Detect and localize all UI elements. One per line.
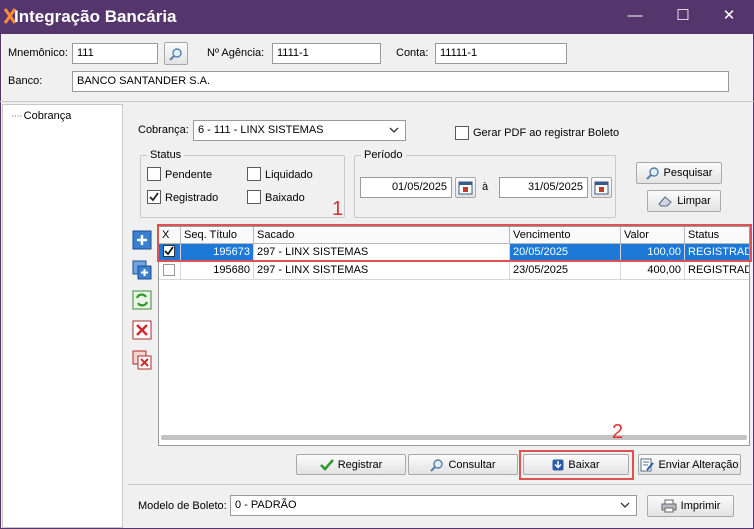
delete-row-icon[interactable] <box>132 320 152 340</box>
document-edit-icon <box>640 458 655 471</box>
footer-divider <box>128 484 752 485</box>
checkmark-icon <box>149 192 159 202</box>
calendar-to-button[interactable] <box>591 177 612 198</box>
chevron-down-icon <box>389 127 399 133</box>
chevron-down-icon <box>620 502 630 508</box>
periodo-from-field[interactable]: 01/05/2025 <box>360 177 452 198</box>
pendente-label: Pendente <box>165 169 213 181</box>
limpar-button[interactable]: Limpar <box>647 190 721 212</box>
agencia-field[interactable]: 1111-1 <box>272 43 381 64</box>
cobranca-label: Cobrança: <box>138 124 189 136</box>
cell-status: REGISTRADO <box>688 264 749 276</box>
enviar-alteracao-label: Enviar Alteração <box>658 458 739 471</box>
delete-multiple-icon[interactable] <box>132 350 152 370</box>
title-bar: Integração Bancária — ☐ ✕ <box>0 0 754 34</box>
horizontal-scrollbar[interactable] <box>161 435 747 440</box>
mnemonico-field[interactable]: 111 <box>72 43 158 64</box>
tree-panel: ···· Cobrança <box>2 104 123 528</box>
annotation-one: 1 <box>332 198 344 220</box>
tree-item-cobranca[interactable]: ···· Cobrança <box>11 110 71 122</box>
cobranca-select[interactable]: 6 - 111 - LINX SISTEMAS <box>193 120 406 141</box>
imprimir-label: Imprimir <box>680 500 721 512</box>
registrar-label: Registrar <box>337 458 383 471</box>
add-multiple-icon[interactable] <box>132 260 152 280</box>
modelo-boleto-label: Modelo de Boleto: <box>138 500 227 512</box>
table-row[interactable]: 195680 297 - LINX SISTEMAS 23/05/2025 40… <box>159 262 749 280</box>
tree-item-label: Cobrança <box>23 110 72 122</box>
gerar-pdf-checkbox[interactable] <box>455 126 469 140</box>
consultar-button[interactable]: Consultar <box>408 454 518 475</box>
minimize-icon[interactable]: — <box>620 4 650 28</box>
modelo-boleto-value: 0 - PADRÃO <box>235 499 297 511</box>
row-checkbox[interactable] <box>159 262 181 279</box>
status-group <box>140 155 345 218</box>
eraser-icon <box>658 196 672 207</box>
magnifier-icon <box>645 167 659 180</box>
mnemonico-label: Mnemônico: <box>8 47 68 59</box>
magnifier-icon <box>169 47 182 61</box>
enviar-alteracao-button[interactable]: Enviar Alteração <box>638 454 741 475</box>
cell-valor: 400,00 <box>621 262 685 279</box>
periodo-group-label: Período <box>361 149 406 161</box>
conta-field[interactable]: 11111-1 <box>435 43 567 64</box>
printer-icon <box>661 499 677 513</box>
gerar-pdf-label: Gerar PDF ao registrar Boleto <box>473 127 620 139</box>
cell-sacado: 297 - LINX SISTEMAS <box>254 262 510 279</box>
conta-label: Conta: <box>396 47 429 59</box>
baixado-label: Baixado <box>265 192 305 204</box>
registrado-checkbox[interactable] <box>147 190 161 204</box>
maximize-icon[interactable]: ☐ <box>668 4 698 28</box>
registrado-label: Registrado <box>165 192 219 204</box>
liquidado-checkbox[interactable] <box>247 167 261 181</box>
consultar-label: Consultar <box>448 458 496 471</box>
modelo-boleto-select[interactable]: 0 - PADRÃO <box>230 495 637 516</box>
annotation-two: 2 <box>612 421 624 443</box>
highlight-box-grid <box>157 224 752 262</box>
agencia-label: Nº Agência: <box>207 47 265 59</box>
window-title: Integração Bancária <box>14 7 177 26</box>
registrar-button[interactable]: Registrar <box>296 454 406 475</box>
add-row-icon[interactable] <box>132 230 152 250</box>
periodo-separator: à <box>482 181 489 193</box>
pendente-checkbox[interactable] <box>147 167 161 181</box>
cell-vencimento: 23/05/2025 <box>510 262 621 279</box>
liquidado-label: Liquidado <box>265 169 313 181</box>
banco-field[interactable]: BANCO SANTANDER S.A. <box>72 71 729 92</box>
imprimir-button[interactable]: Imprimir <box>647 495 734 517</box>
cobranca-value: 6 - 111 - LINX SISTEMAS <box>198 124 324 136</box>
close-icon[interactable]: ✕ <box>714 4 744 28</box>
header-divider <box>0 101 754 102</box>
pesquisar-label: Pesquisar <box>663 167 713 179</box>
banco-label: Banco: <box>8 75 43 87</box>
limpar-label: Limpar <box>677 195 711 207</box>
search-mnemonico-button[interactable] <box>164 42 188 65</box>
check-icon <box>319 458 334 471</box>
refresh-icon[interactable] <box>132 290 152 310</box>
cell-seq: 195680 <box>181 262 254 279</box>
calendar-icon <box>594 181 609 195</box>
calendar-from-button[interactable] <box>455 177 476 198</box>
highlight-box-baixar <box>519 450 634 480</box>
calendar-icon <box>458 181 473 195</box>
pesquisar-button[interactable]: Pesquisar <box>636 162 722 184</box>
magnifier-icon <box>430 458 444 472</box>
tree-connector: ···· <box>11 110 23 122</box>
periodo-to-field[interactable]: 31/05/2025 <box>499 177 588 198</box>
baixado-checkbox[interactable] <box>247 190 261 204</box>
status-group-label: Status <box>147 149 185 161</box>
